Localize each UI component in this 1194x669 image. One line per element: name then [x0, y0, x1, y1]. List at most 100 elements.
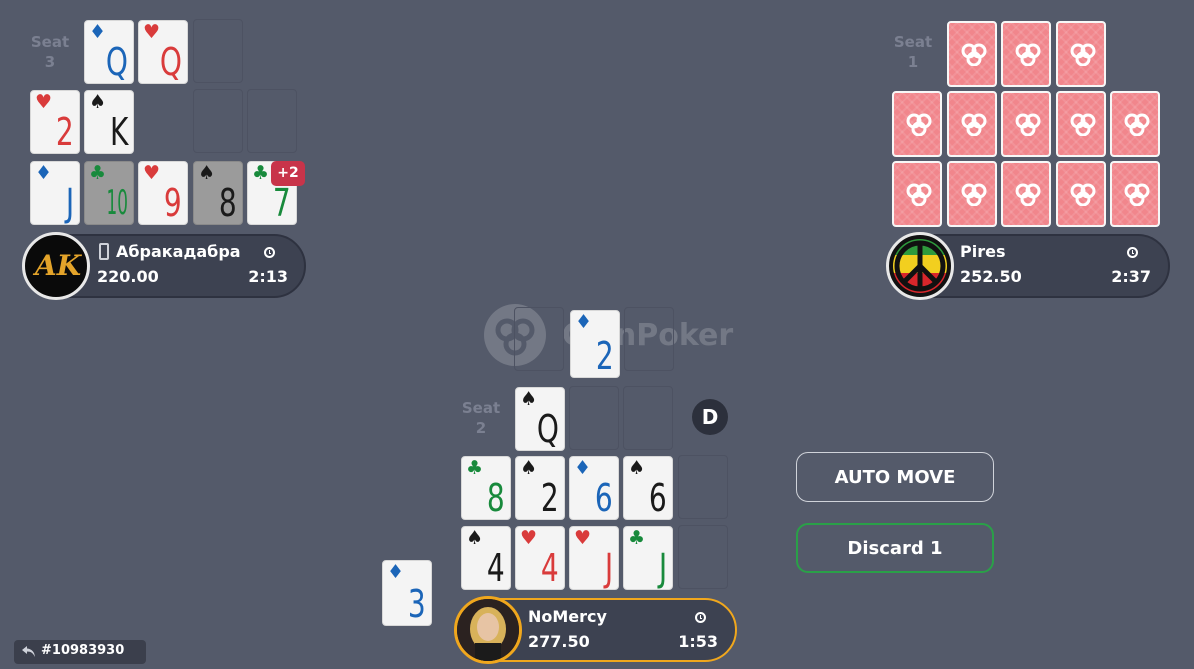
card-rank: K: [109, 110, 128, 154]
card-back: [892, 161, 942, 227]
hand-id-bar[interactable]: #10983930: [14, 640, 146, 664]
heart-suit-icon: ♥: [574, 527, 592, 549]
card-rank: 3: [408, 582, 426, 626]
diamond-suit-icon: ♦: [575, 311, 593, 333]
empty-slot: [247, 89, 297, 153]
card-back: [1056, 91, 1106, 157]
heart-suit-icon: ♥: [143, 21, 161, 43]
empty-slot: [623, 386, 673, 450]
coinpoker-logo-icon: [1070, 183, 1096, 206]
clock-icon: [1127, 247, 1138, 258]
card-back: [1001, 91, 1051, 157]
card-rank: Q: [536, 407, 559, 451]
card-back: [1001, 21, 1051, 87]
card-back: [1056, 21, 1106, 87]
empty-slot: [569, 386, 619, 450]
spade-suit-icon: ♠: [628, 457, 646, 479]
mobile-phone-icon: [99, 243, 109, 260]
playing-card[interactable]: ♠ Q: [515, 387, 565, 451]
card-back: [947, 21, 997, 87]
avatar[interactable]: [454, 596, 522, 664]
avatar[interactable]: [886, 232, 954, 300]
diamond-suit-icon: ♦: [89, 21, 107, 43]
coinpoker-logo-icon: [1015, 43, 1041, 66]
card-rank: J: [65, 181, 74, 225]
playing-card[interactable]: ♠ 4: [461, 526, 511, 590]
card-rank: 2: [596, 334, 614, 378]
diamond-suit-icon: ♦: [387, 561, 405, 583]
avatar[interactable]: AK: [22, 232, 90, 300]
card-rank: 8: [219, 181, 237, 225]
empty-slot: [514, 307, 564, 371]
card-rank: 9: [164, 181, 182, 225]
empty-slot: [193, 89, 243, 153]
playing-card: ♠ 8: [193, 161, 243, 225]
seat-3-label-number: 3: [44, 53, 56, 71]
avatar-monogram: AK: [35, 249, 82, 282]
clock-icon: [695, 612, 706, 623]
playing-card[interactable]: ♥ J: [569, 526, 619, 590]
diamond-suit-icon: ♦: [35, 162, 53, 184]
discard-button[interactable]: Discard 1: [796, 523, 994, 573]
player-name: Абракадабра: [116, 242, 241, 261]
playing-card[interactable]: ♣ J: [623, 526, 673, 590]
player-stack: 277.50: [528, 632, 590, 651]
card-rank: 2: [56, 110, 74, 154]
spade-suit-icon: ♠: [89, 91, 107, 113]
club-suit-icon: ♣: [89, 162, 107, 184]
card-rank: 7: [273, 181, 291, 225]
playing-card[interactable]: ♣ 8: [461, 456, 511, 520]
club-suit-icon: ♣: [628, 527, 646, 549]
club-suit-icon: ♣: [252, 162, 270, 184]
dealer-button: D: [692, 399, 728, 435]
card-rank: 6: [649, 476, 667, 520]
playing-card[interactable]: ♠ 2: [515, 456, 565, 520]
player-name: NoMercy: [528, 607, 607, 626]
auto-move-button[interactable]: AUTO MOVE: [796, 452, 994, 502]
coinpoker-logo-icon: [1124, 183, 1150, 206]
player-stack: 252.50: [960, 267, 1022, 286]
player-time: 2:13: [248, 267, 288, 286]
club-suit-icon: ♣: [466, 457, 484, 479]
playing-card[interactable]: ♠ 6: [623, 456, 673, 520]
spade-suit-icon: ♠: [520, 457, 538, 479]
card-rank: J: [604, 546, 613, 590]
card-back: [1110, 161, 1160, 227]
empty-slot: [678, 525, 728, 589]
playing-card: ♠ K: [84, 90, 134, 154]
coinpoker-logo-icon: [906, 113, 932, 136]
playing-card[interactable]: ♥ 4: [515, 526, 565, 590]
card-back: [1001, 161, 1051, 227]
coinpoker-logo-icon: [906, 183, 932, 206]
playing-card: ♦ Q: [84, 20, 134, 84]
discard-card[interactable]: ♦ 3: [382, 560, 432, 626]
playing-card: ♥ 9: [138, 161, 188, 225]
spade-suit-icon: ♠: [198, 162, 216, 184]
card-rank: J: [658, 546, 667, 590]
player-name: Pires: [960, 242, 1006, 261]
coinpoker-logo-icon: [1070, 113, 1096, 136]
empty-slot: [678, 455, 728, 519]
coinpoker-logo-icon: [1015, 183, 1041, 206]
diamond-suit-icon: ♦: [574, 457, 592, 479]
seat-2-label-number: 2: [475, 419, 487, 437]
card-rank: Q: [159, 40, 182, 84]
card-back: [892, 91, 942, 157]
dealt-card[interactable]: ♦ 2: [570, 310, 620, 378]
coinpoker-logo-icon: [961, 183, 987, 206]
playing-card: ♦ J: [30, 161, 80, 225]
empty-slot: [624, 307, 674, 371]
seat-1-label-word: Seat: [893, 33, 933, 51]
coinpoker-logo-icon: [1070, 43, 1096, 66]
seat-1-label: Seat 1: [893, 32, 933, 72]
coinpoker-logo-icon: [1015, 113, 1041, 136]
card-rank: 6: [595, 476, 613, 520]
coinpoker-logo-icon: [1124, 113, 1150, 136]
card-rank: 4: [541, 546, 559, 590]
card-rank: 2: [541, 476, 559, 520]
clock-icon: [264, 247, 275, 258]
playing-card: ♣ 10: [84, 161, 134, 225]
spade-suit-icon: ♠: [520, 388, 538, 410]
playing-card[interactable]: ♦ 6: [569, 456, 619, 520]
card-back: [1110, 91, 1160, 157]
